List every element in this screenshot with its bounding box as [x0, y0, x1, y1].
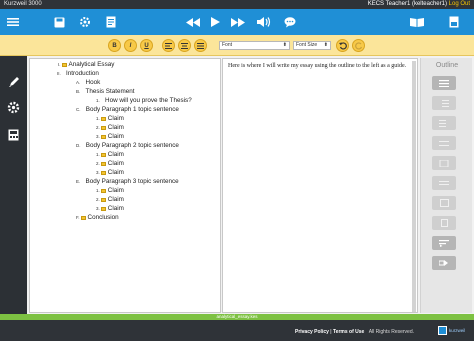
- volume-icon[interactable]: [256, 9, 272, 35]
- underline-button[interactable]: U: [140, 39, 153, 52]
- logo-text: kurzweil: [449, 328, 466, 333]
- outline-item[interactable]: 3. Claim: [96, 169, 124, 177]
- folder-icon: [100, 171, 106, 175]
- outline-item[interactable]: 2. Claim: [96, 160, 124, 168]
- privacy-policy-link[interactable]: Privacy Policy: [295, 329, 329, 335]
- file-name: analytical_essay.kes: [216, 314, 258, 319]
- folder-icon: [100, 207, 106, 211]
- add-topic-icon[interactable]: [432, 176, 456, 190]
- bold-button[interactable]: B: [108, 39, 121, 52]
- essay-scrollbar[interactable]: [412, 61, 416, 312]
- outline-tools-panel: Outline: [420, 58, 472, 313]
- folder-icon: [100, 135, 106, 139]
- outline-item[interactable]: E. Body Paragraph 3 topic sentence: [76, 178, 179, 186]
- outline-item[interactable]: I. Analytical Essay: [58, 61, 114, 69]
- pencil-icon[interactable]: [5, 73, 22, 90]
- document-icon[interactable]: [104, 9, 118, 35]
- outline-item[interactable]: 1. Claim: [96, 187, 124, 195]
- folder-icon: [100, 198, 106, 202]
- outline-pane[interactable]: I. Analytical Essay II. Introduction A. H…: [29, 58, 221, 313]
- outline-item[interactable]: 1. How will you prove the Thesis?: [96, 97, 192, 105]
- outline-item[interactable]: 1. Claim: [96, 115, 124, 123]
- folder-icon: [80, 216, 86, 220]
- essay-editor[interactable]: Here is where I will write my essay usin…: [222, 58, 418, 313]
- settings-icon[interactable]: [78, 9, 92, 35]
- sort-icon[interactable]: [432, 236, 456, 250]
- page-view-icon[interactable]: [432, 216, 456, 230]
- outline-panel-title: Outline: [435, 62, 459, 69]
- play-icon[interactable]: [208, 9, 222, 35]
- align-justify-icon[interactable]: [194, 39, 207, 52]
- folder-icon: [100, 162, 106, 166]
- book-icon[interactable]: [409, 9, 425, 35]
- outline-item[interactable]: B. Thesis Statement: [76, 88, 135, 96]
- app-brand: Kurzweil 3000: [4, 1, 42, 7]
- folder-icon: [100, 126, 106, 130]
- folder-icon: [61, 63, 67, 67]
- essay-text[interactable]: Here is where I will write my essay usin…: [228, 63, 408, 70]
- format-toolbar: B I U Font ⬍ Font Size ⬍: [0, 35, 474, 56]
- user-info: KECS Teacher1 (kelteacher1) Log Out: [368, 0, 470, 9]
- outline-item[interactable]: 3. Claim: [96, 205, 124, 213]
- export-icon[interactable]: [432, 256, 456, 270]
- rights-text: All Rights Reserved.: [368, 329, 414, 335]
- footer: Privacy Policy | Terms of Use All Rights…: [0, 320, 474, 341]
- align-left-icon[interactable]: [162, 39, 175, 52]
- outline-item[interactable]: 2. Claim: [96, 124, 124, 132]
- font-select-value: Font: [222, 42, 233, 48]
- outline-item[interactable]: 3. Claim: [96, 133, 124, 141]
- essay-scrollbar-thumb[interactable]: [412, 61, 416, 312]
- main-toolbar: [0, 9, 474, 35]
- align-center-icon[interactable]: [178, 39, 191, 52]
- outline-item[interactable]: II. Introduction: [57, 70, 99, 78]
- title-bar: Kurzweil 3000 KECS Teacher1 (kelteacher1…: [0, 0, 474, 9]
- italic-button[interactable]: I: [124, 39, 137, 52]
- kurzweil-logo: kurzweil: [438, 325, 466, 336]
- chevron-down-icon: ⬍: [323, 42, 328, 48]
- terms-of-use-link[interactable]: Terms of Use: [333, 329, 364, 335]
- menu-icon[interactable]: [6, 9, 20, 35]
- calculator-icon[interactable]: [5, 126, 22, 143]
- folder-icon: [100, 153, 106, 157]
- page-icon[interactable]: [447, 9, 461, 35]
- user-name: KECS Teacher1 (kelteacher1): [367, 1, 447, 7]
- outline-item[interactable]: 1. Claim: [96, 151, 124, 159]
- move-down-icon[interactable]: [432, 156, 456, 170]
- left-sidebar: [0, 56, 27, 314]
- folder-icon: [100, 117, 106, 121]
- logout-link[interactable]: Log Out: [449, 1, 470, 7]
- outline-item[interactable]: F. Conclusion: [76, 214, 119, 222]
- outline-list-icon[interactable]: [432, 76, 456, 90]
- folder-icon: [100, 189, 106, 193]
- outdent-icon[interactable]: [432, 116, 456, 130]
- outline-item[interactable]: C. Body Paragraph 1 topic sentence: [76, 106, 179, 114]
- undo-icon[interactable]: [336, 39, 349, 52]
- rewind-icon[interactable]: [185, 9, 201, 35]
- outline-item[interactable]: 2. Claim: [96, 196, 124, 204]
- indent-icon[interactable]: [432, 96, 456, 110]
- fast-forward-icon[interactable]: [230, 9, 246, 35]
- outline-item[interactable]: A. Hook: [76, 79, 100, 87]
- redo-icon[interactable]: [352, 39, 365, 52]
- move-up-icon[interactable]: [432, 136, 456, 150]
- font-size-select[interactable]: Font Size ⬍: [293, 41, 331, 50]
- chevron-down-icon: ⬍: [282, 42, 287, 48]
- font-select[interactable]: Font ⬍: [219, 41, 290, 50]
- font-size-select-value: Font Size: [296, 42, 318, 48]
- gear-icon[interactable]: [5, 99, 22, 116]
- logo-square-icon: [438, 326, 447, 335]
- app-window: Kurzweil 3000 KECS Teacher1 (kelteacher1…: [0, 0, 474, 341]
- chat-icon[interactable]: [283, 9, 297, 35]
- outline-item[interactable]: D. Body Paragraph 2 topic sentence: [76, 142, 179, 150]
- footer-separator: |: [330, 329, 332, 335]
- note-icon[interactable]: [432, 196, 456, 210]
- footer-links: Privacy Policy | Terms of Use All Rights…: [295, 329, 414, 335]
- save-icon[interactable]: [52, 9, 66, 35]
